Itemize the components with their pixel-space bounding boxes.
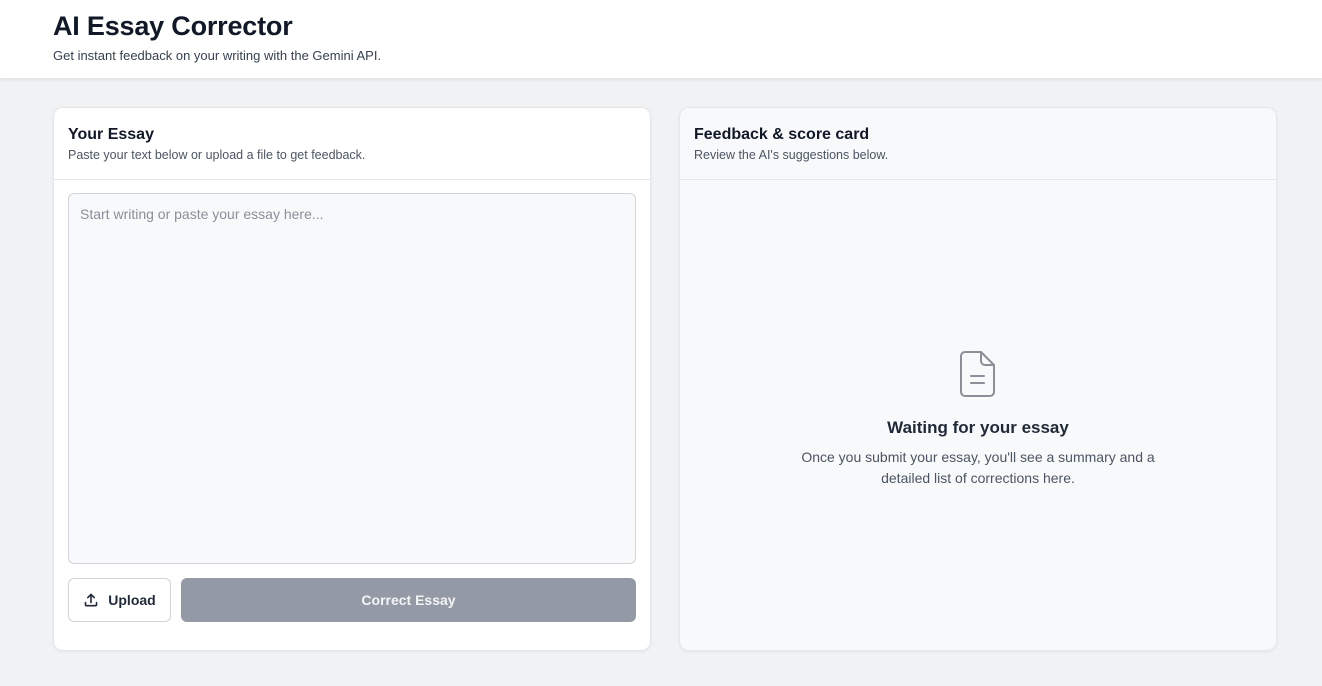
- app-header: AI Essay Corrector Get instant feedback …: [0, 0, 1322, 79]
- correct-essay-button[interactable]: Correct Essay: [181, 578, 636, 622]
- upload-button[interactable]: Upload: [68, 578, 171, 622]
- feedback-empty-state: Waiting for your essay Once you submit y…: [680, 350, 1276, 489]
- app-subtitle: Get instant feedback on your writing wit…: [53, 48, 382, 63]
- upload-icon: [83, 592, 99, 608]
- feedback-panel-title: Feedback & score card: [694, 126, 870, 143]
- essay-textarea[interactable]: [68, 193, 636, 564]
- essay-panel-header: Your Essay Paste your text below or uplo…: [54, 108, 650, 180]
- upload-button-label: Upload: [108, 592, 156, 608]
- essay-panel-title: Your Essay: [68, 126, 154, 143]
- empty-state-description: Once you submit your essay, you'll see a…: [801, 449, 1155, 486]
- essay-panel: Your Essay Paste your text below or uplo…: [53, 107, 651, 651]
- empty-state-title: Waiting for your essay: [887, 418, 1069, 437]
- feedback-panel-header: Feedback & score card Review the AI's su…: [680, 108, 1276, 180]
- app-title: AI Essay Corrector: [53, 11, 293, 41]
- feedback-panel-description: Review the AI's suggestions below.: [694, 148, 889, 162]
- document-icon: [960, 351, 995, 397]
- essay-panel-description: Paste your text below or upload a file t…: [68, 148, 366, 162]
- feedback-panel: Feedback & score card Review the AI's su…: [679, 107, 1277, 651]
